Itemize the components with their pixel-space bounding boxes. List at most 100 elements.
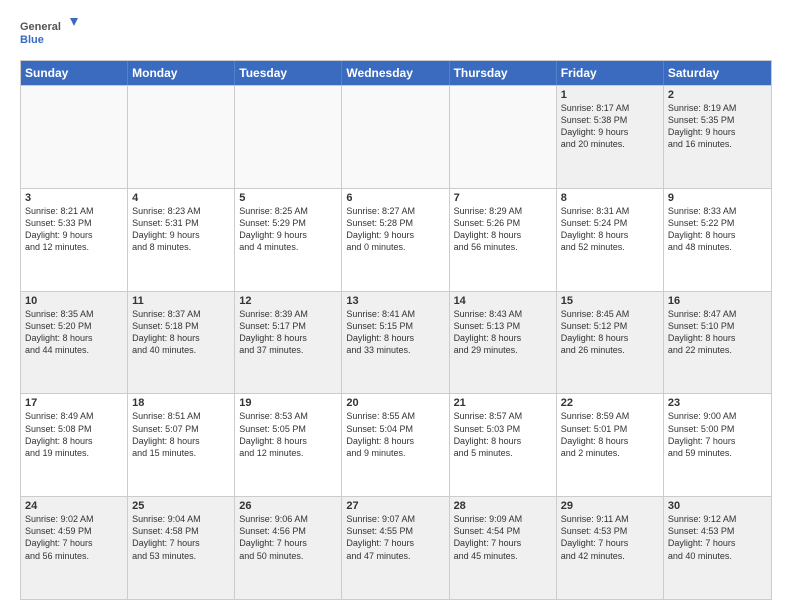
cell-line: Sunset: 5:05 PM — [239, 423, 337, 435]
calendar-cell-0-4 — [450, 86, 557, 188]
cell-line: Daylight: 8 hours — [561, 332, 659, 344]
calendar-cell-3-4: 21Sunrise: 8:57 AMSunset: 5:03 PMDayligh… — [450, 394, 557, 496]
cell-line: and 48 minutes. — [668, 241, 767, 253]
calendar-cell-2-5: 15Sunrise: 8:45 AMSunset: 5:12 PMDayligh… — [557, 292, 664, 394]
header-day-sunday: Sunday — [21, 61, 128, 85]
day-number: 3 — [25, 192, 123, 204]
day-number: 2 — [668, 89, 767, 101]
day-number: 26 — [239, 500, 337, 512]
cell-line: and 45 minutes. — [454, 550, 552, 562]
cell-line: Daylight: 9 hours — [25, 229, 123, 241]
cell-line: and 5 minutes. — [454, 447, 552, 459]
cell-line: and 37 minutes. — [239, 344, 337, 356]
calendar-cell-1-1: 4Sunrise: 8:23 AMSunset: 5:31 PMDaylight… — [128, 189, 235, 291]
cell-line: Daylight: 7 hours — [132, 537, 230, 549]
cell-line: Daylight: 8 hours — [132, 332, 230, 344]
cell-line: Sunset: 5:01 PM — [561, 423, 659, 435]
calendar-cell-3-1: 18Sunrise: 8:51 AMSunset: 5:07 PMDayligh… — [128, 394, 235, 496]
day-number: 23 — [668, 397, 767, 409]
calendar-cell-2-0: 10Sunrise: 8:35 AMSunset: 5:20 PMDayligh… — [21, 292, 128, 394]
cell-line: Sunset: 5:10 PM — [668, 320, 767, 332]
cell-line: Sunset: 5:20 PM — [25, 320, 123, 332]
cell-line: and 29 minutes. — [454, 344, 552, 356]
cell-line: Sunset: 5:15 PM — [346, 320, 444, 332]
cell-line: Sunrise: 8:29 AM — [454, 205, 552, 217]
cell-line: Sunrise: 8:59 AM — [561, 410, 659, 422]
day-number: 14 — [454, 295, 552, 307]
cell-line: Daylight: 8 hours — [668, 332, 767, 344]
cell-line: Sunrise: 8:57 AM — [454, 410, 552, 422]
cell-line: Daylight: 8 hours — [239, 435, 337, 447]
cell-line: and 8 minutes. — [132, 241, 230, 253]
calendar-cell-0-6: 2Sunrise: 8:19 AMSunset: 5:35 PMDaylight… — [664, 86, 771, 188]
day-number: 9 — [668, 192, 767, 204]
calendar-cell-1-5: 8Sunrise: 8:31 AMSunset: 5:24 PMDaylight… — [557, 189, 664, 291]
cell-line: Sunrise: 8:39 AM — [239, 308, 337, 320]
cell-line: Sunrise: 8:31 AM — [561, 205, 659, 217]
cell-line: Sunset: 4:55 PM — [346, 525, 444, 537]
calendar-cell-3-2: 19Sunrise: 8:53 AMSunset: 5:05 PMDayligh… — [235, 394, 342, 496]
day-number: 7 — [454, 192, 552, 204]
calendar-cell-3-5: 22Sunrise: 8:59 AMSunset: 5:01 PMDayligh… — [557, 394, 664, 496]
calendar-cell-4-0: 24Sunrise: 9:02 AMSunset: 4:59 PMDayligh… — [21, 497, 128, 599]
cell-line: Sunrise: 8:19 AM — [668, 102, 767, 114]
cell-line: and 50 minutes. — [239, 550, 337, 562]
cell-line: Daylight: 9 hours — [668, 126, 767, 138]
cell-line: Sunset: 5:24 PM — [561, 217, 659, 229]
cell-line: Sunrise: 8:55 AM — [346, 410, 444, 422]
calendar-row-3: 17Sunrise: 8:49 AMSunset: 5:08 PMDayligh… — [21, 393, 771, 496]
day-number: 11 — [132, 295, 230, 307]
cell-line: Sunrise: 8:35 AM — [25, 308, 123, 320]
cell-line: Sunset: 5:03 PM — [454, 423, 552, 435]
calendar-cell-4-6: 30Sunrise: 9:12 AMSunset: 4:53 PMDayligh… — [664, 497, 771, 599]
cell-line: Sunset: 5:26 PM — [454, 217, 552, 229]
cell-line: Daylight: 8 hours — [132, 435, 230, 447]
cell-line: Sunrise: 8:41 AM — [346, 308, 444, 320]
cell-line: Daylight: 8 hours — [668, 229, 767, 241]
day-number: 16 — [668, 295, 767, 307]
calendar-cell-2-4: 14Sunrise: 8:43 AMSunset: 5:13 PMDayligh… — [450, 292, 557, 394]
cell-line: and 15 minutes. — [132, 447, 230, 459]
calendar-header: SundayMondayTuesdayWednesdayThursdayFrid… — [21, 61, 771, 85]
cell-line: Sunset: 4:56 PM — [239, 525, 337, 537]
cell-line: Sunset: 4:59 PM — [25, 525, 123, 537]
calendar-cell-3-0: 17Sunrise: 8:49 AMSunset: 5:08 PMDayligh… — [21, 394, 128, 496]
calendar-cell-0-0 — [21, 86, 128, 188]
header-day-wednesday: Wednesday — [342, 61, 449, 85]
cell-line: Sunset: 5:38 PM — [561, 114, 659, 126]
cell-line: Sunset: 5:07 PM — [132, 423, 230, 435]
day-number: 28 — [454, 500, 552, 512]
cell-line: and 40 minutes. — [668, 550, 767, 562]
cell-line: Sunrise: 8:53 AM — [239, 410, 337, 422]
cell-line: and 2 minutes. — [561, 447, 659, 459]
cell-line: Daylight: 8 hours — [239, 332, 337, 344]
day-number: 30 — [668, 500, 767, 512]
day-number: 22 — [561, 397, 659, 409]
day-number: 1 — [561, 89, 659, 101]
cell-line: Sunset: 5:13 PM — [454, 320, 552, 332]
calendar-row-2: 10Sunrise: 8:35 AMSunset: 5:20 PMDayligh… — [21, 291, 771, 394]
cell-line: and 12 minutes. — [239, 447, 337, 459]
cell-line: Sunrise: 9:06 AM — [239, 513, 337, 525]
cell-line: and 40 minutes. — [132, 344, 230, 356]
cell-line: Sunset: 5:08 PM — [25, 423, 123, 435]
cell-line: Daylight: 7 hours — [561, 537, 659, 549]
cell-line: Sunrise: 9:09 AM — [454, 513, 552, 525]
cell-line: and 52 minutes. — [561, 241, 659, 253]
cell-line: Daylight: 9 hours — [239, 229, 337, 241]
calendar-cell-1-6: 9Sunrise: 8:33 AMSunset: 5:22 PMDaylight… — [664, 189, 771, 291]
calendar-cell-1-4: 7Sunrise: 8:29 AMSunset: 5:26 PMDaylight… — [450, 189, 557, 291]
cell-line: Sunset: 5:29 PM — [239, 217, 337, 229]
cell-line: Daylight: 7 hours — [346, 537, 444, 549]
day-number: 25 — [132, 500, 230, 512]
cell-line: Sunset: 5:17 PM — [239, 320, 337, 332]
cell-line: Sunrise: 9:00 AM — [668, 410, 767, 422]
cell-line: Daylight: 8 hours — [454, 332, 552, 344]
cell-line: and 0 minutes. — [346, 241, 444, 253]
day-number: 4 — [132, 192, 230, 204]
day-number: 13 — [346, 295, 444, 307]
cell-line: Daylight: 8 hours — [346, 332, 444, 344]
calendar-cell-2-1: 11Sunrise: 8:37 AMSunset: 5:18 PMDayligh… — [128, 292, 235, 394]
day-number: 6 — [346, 192, 444, 204]
day-number: 20 — [346, 397, 444, 409]
